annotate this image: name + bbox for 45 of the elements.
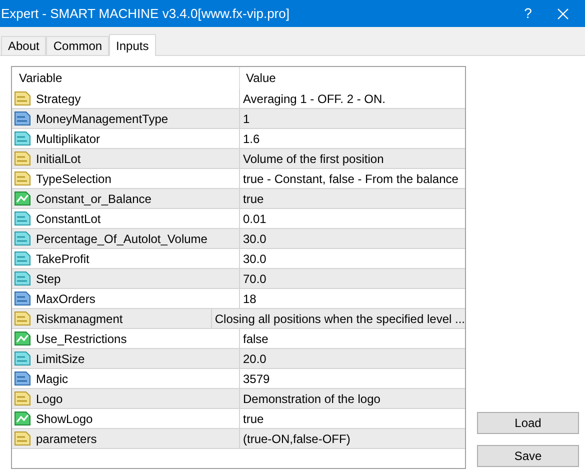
variable-name: Multiplikator (36, 130, 100, 148)
value-cell[interactable]: 30.0 (239, 229, 465, 248)
variable-name: Step (36, 270, 61, 288)
tab[interactable]: About (1, 36, 46, 55)
variable-name: Logo (36, 390, 63, 408)
value-cell[interactable]: 1.6 (239, 129, 465, 148)
variable-name: parameters (36, 430, 97, 448)
variable-name: InitialLot (36, 150, 81, 168)
help-button[interactable]: ? (513, 3, 543, 24)
variable-name: ConstantLot (36, 210, 101, 228)
variable-name: Percentage_Of_Autolot_Volume (36, 230, 208, 248)
value-cell[interactable]: (true-ON,false-OFF) (239, 429, 465, 448)
value-cell[interactable]: false (239, 329, 465, 348)
variable-name: LimitSize (36, 350, 85, 368)
variable-name: Use_Restrictions (36, 330, 127, 348)
dialog-button[interactable]: Save (477, 445, 579, 467)
column-header: Variable (18, 70, 64, 87)
value-cell[interactable]: 1 (239, 109, 465, 128)
window-title: Expert - SMART MACHINE v3.4.0[www.fx-vip.pro] (0, 4, 290, 23)
variable-name: TypeSelection (36, 170, 112, 188)
value-cell[interactable]: Volume of the first position (239, 149, 465, 168)
close-icon[interactable] (557, 8, 569, 20)
tab[interactable]: Common (46, 36, 110, 55)
variable-name: MaxOrders (36, 290, 96, 308)
variable-name: Strategy (36, 90, 81, 108)
variable-name: ShowLogo (36, 410, 93, 428)
value-cell[interactable]: Averaging 1 - OFF. 2 - ON. (239, 89, 465, 108)
value-cell[interactable]: 30.0 (239, 249, 465, 268)
value-cell[interactable]: true (239, 409, 465, 428)
dialog-button[interactable]: Load (477, 412, 579, 434)
variable-name: MoneyManagementType (36, 110, 168, 128)
value-cell[interactable]: true (239, 189, 465, 208)
value-cell[interactable]: Closing all positions when the specified level ... (210, 309, 465, 328)
value-cell[interactable]: 20.0 (239, 349, 465, 368)
variable-name: TakeProfit (36, 250, 90, 268)
value-cell[interactable]: 0.01 (239, 209, 465, 228)
value-cell[interactable]: 3579 (239, 369, 465, 388)
value-cell[interactable]: 18 (239, 289, 465, 308)
value-cell[interactable]: 70.0 (239, 269, 465, 288)
value-cell[interactable]: Demonstration of the logo (239, 389, 465, 408)
value-cell[interactable]: true - Constant, false - From the balance (239, 169, 465, 188)
variable-name: Magic (36, 370, 68, 388)
variable-name: Riskmanagment (36, 310, 123, 328)
variable-name: Constant_or_Balance (36, 190, 152, 208)
tab[interactable]: Inputs (109, 34, 156, 56)
